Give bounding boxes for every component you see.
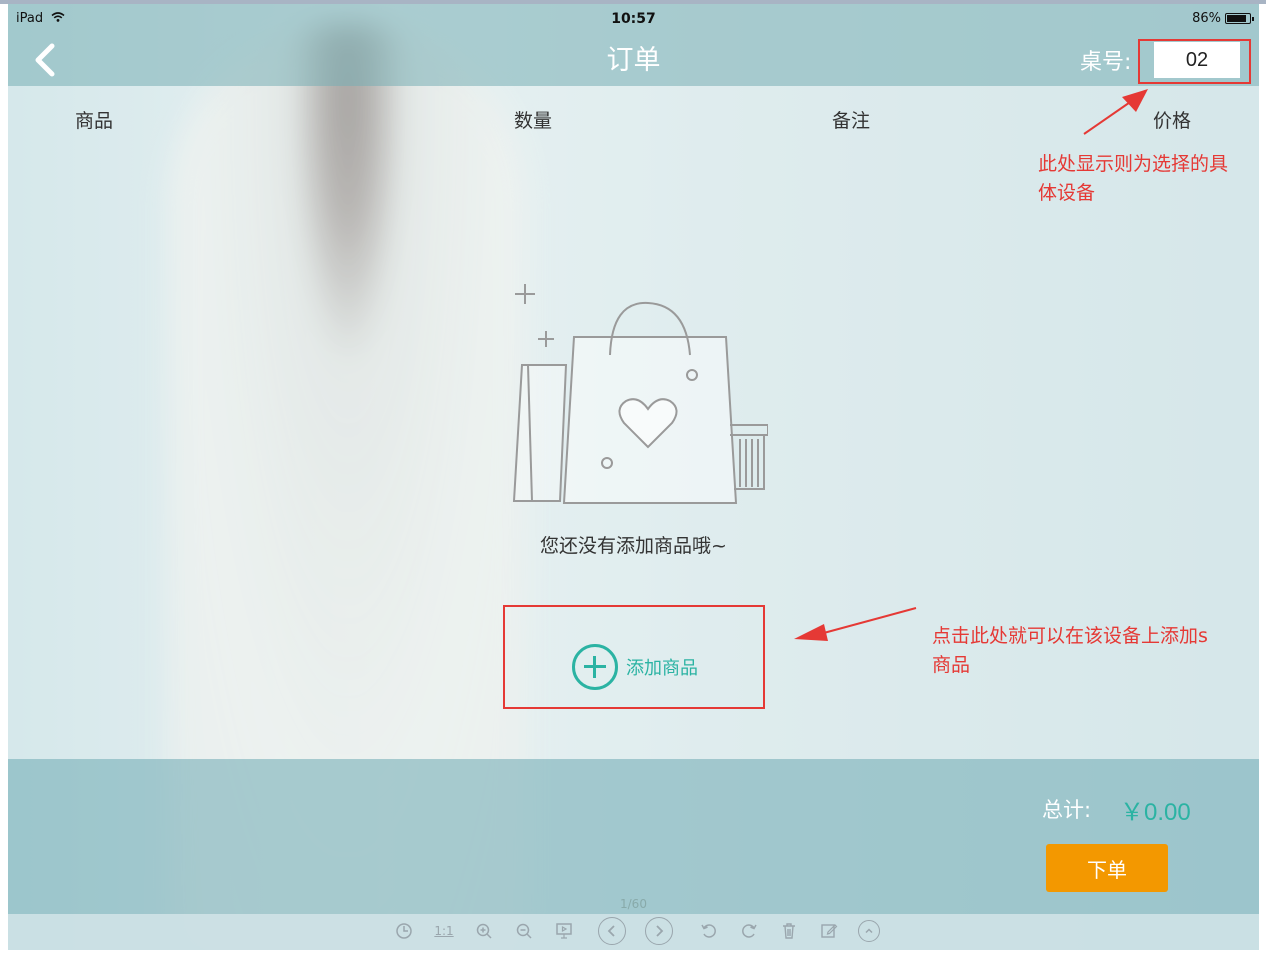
rotate-view-icon[interactable]: [393, 920, 415, 942]
empty-shopping-bag-icon: [512, 284, 768, 504]
table-number-label: 桌号:: [1080, 50, 1132, 75]
column-remark: 备注: [832, 110, 871, 132]
place-order-button[interactable]: 下单: [1046, 844, 1168, 892]
battery-percent: 86%: [1192, 11, 1221, 26]
zoom-out-icon[interactable]: [513, 920, 535, 942]
slideshow-icon[interactable]: [553, 920, 575, 942]
rotate-right-icon[interactable]: [738, 920, 760, 942]
nav-header: iPad 10:57 86% 订单 桌号:: [8, 4, 1259, 86]
delete-icon[interactable]: [778, 920, 800, 942]
previous-image-icon[interactable]: [598, 917, 626, 945]
next-image-icon[interactable]: [645, 917, 673, 945]
column-product: 商品: [75, 110, 114, 132]
zoom-in-icon[interactable]: [473, 920, 495, 942]
table-number-annotation: 此处显示则为选择的具 体设备: [1038, 150, 1259, 208]
add-product-annotation: 点击此处就可以在该设备上添加s 商品: [932, 622, 1257, 680]
ipad-screen: iPad 10:57 86% 订单 桌号: 商品 数量: [8, 4, 1259, 950]
actual-size-icon[interactable]: 1:1: [433, 920, 455, 942]
total-amount: ￥0.00: [1120, 799, 1191, 826]
column-price: 价格: [1153, 110, 1192, 132]
annotation-arrow-up-icon: [1083, 89, 1148, 135]
column-quantity: 数量: [514, 110, 553, 132]
status-right: 86%: [1192, 11, 1254, 26]
table-annotation-line-1: 此处显示则为选择的具: [1038, 153, 1229, 175]
battery-icon: [1225, 13, 1254, 24]
edit-icon[interactable]: [818, 920, 840, 942]
add-annotation-line-1: 点击此处就可以在该设备上添加s: [932, 625, 1208, 647]
table-number-highlight-box: [1138, 39, 1251, 84]
add-product-highlight-box: [503, 605, 765, 709]
page-indicator: 1/60: [620, 897, 647, 911]
status-bar: iPad 10:57 86%: [8, 4, 1259, 32]
empty-state-message: 您还没有添加商品哦~: [540, 535, 727, 557]
annotation-arrow-left-icon: [794, 607, 917, 641]
add-annotation-line-2: 商品: [932, 654, 971, 676]
page-title: 订单: [606, 45, 661, 76]
battery-fill: [1227, 15, 1246, 22]
order-column-headers: 商品 数量 备注 价格: [8, 86, 1259, 136]
image-viewer-toolbar: [8, 914, 1259, 950]
total-label: 总计:: [1042, 798, 1092, 822]
more-options-icon[interactable]: [858, 920, 880, 942]
table-annotation-line-2: 体设备: [1038, 182, 1096, 204]
status-time: 10:57: [611, 11, 656, 27]
rotate-left-icon[interactable]: [698, 920, 720, 942]
